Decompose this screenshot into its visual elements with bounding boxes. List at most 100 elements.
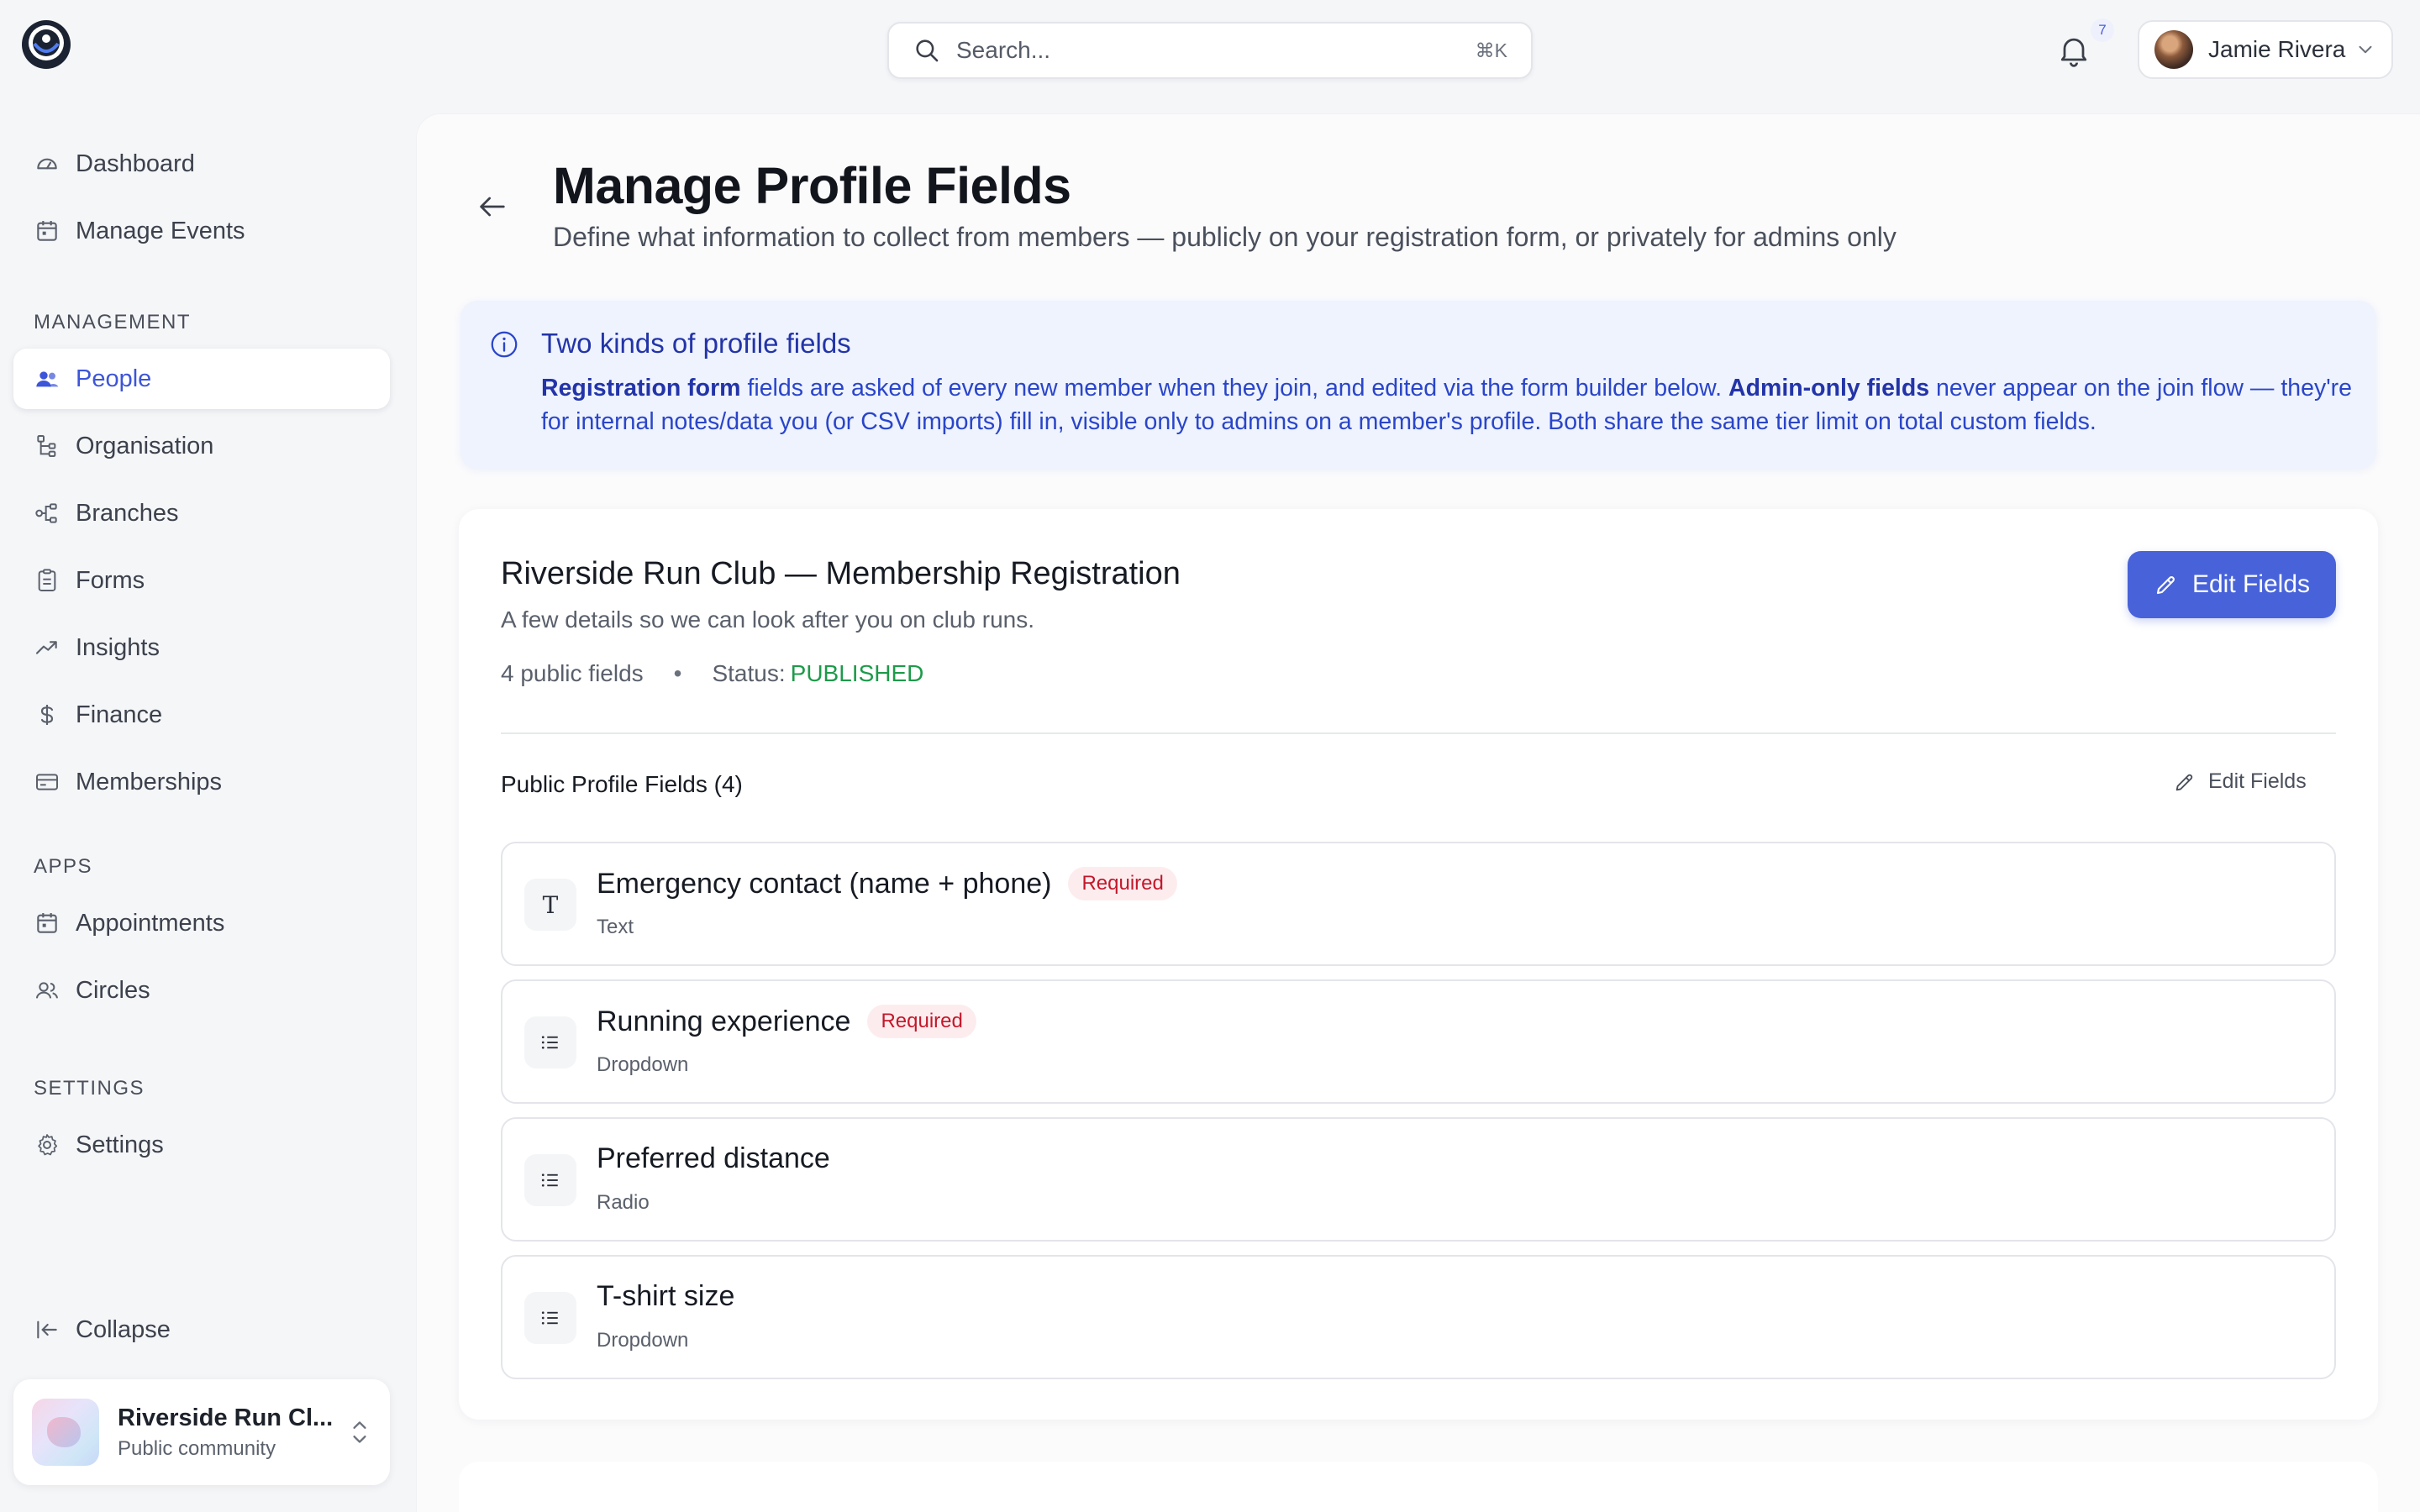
avatar xyxy=(2154,30,2193,69)
info-title: Two kinds of profile fields xyxy=(541,328,851,359)
text-type-icon: T xyxy=(524,879,576,931)
sidebar-item-circles[interactable]: Circles xyxy=(13,960,390,1021)
users-icon xyxy=(36,982,58,999)
field-name: Preferred distance xyxy=(597,1142,830,1174)
section-heading-management: MANAGEMENT xyxy=(34,311,192,333)
list-icon xyxy=(524,1016,576,1068)
info-callout: Two kinds of profile fields Registration… xyxy=(460,301,2376,469)
people-icon xyxy=(36,371,59,387)
field-row[interactable]: T-shirt size Dropdown xyxy=(501,1255,2336,1379)
sidebar-item-label: Organisation xyxy=(76,432,214,459)
meta-separator: • xyxy=(673,660,682,686)
notifications-button[interactable] xyxy=(2055,32,2092,69)
page-title: Manage Profile Fields xyxy=(553,157,1071,214)
gauge-icon xyxy=(37,158,57,170)
section-heading-settings: SETTINGS xyxy=(34,1077,145,1100)
field-name: T-shirt size xyxy=(597,1280,735,1312)
sidebar-item-label: Dashboard xyxy=(76,150,195,177)
organisation-name: Riverside Run Cl... xyxy=(118,1404,334,1431)
org-tree-icon xyxy=(37,435,56,457)
sidebar-item-label: Branches xyxy=(76,499,179,527)
card-icon xyxy=(36,774,58,790)
sidebar-item-memberships[interactable]: Memberships xyxy=(13,752,390,812)
calendar-icon xyxy=(37,221,57,241)
sidebar-item-label: Memberships xyxy=(76,768,223,795)
app-logo[interactable] xyxy=(20,18,72,71)
sidebar-item-label: Settings xyxy=(76,1131,164,1158)
search-icon xyxy=(916,39,939,62)
organisation-switcher[interactable]: Riverside Run Cl... Public community xyxy=(13,1379,390,1485)
organisation-type: Public community xyxy=(118,1436,276,1460)
list-icon xyxy=(524,1292,576,1344)
field-type: Dropdown xyxy=(597,1329,689,1352)
sidebar-item-insights[interactable]: Insights xyxy=(13,617,390,678)
info-text-1: fields are asked of every new member whe… xyxy=(740,375,1729,402)
sidebar-item-dashboard[interactable]: Dashboard xyxy=(13,134,390,194)
field-type: Text xyxy=(597,916,634,938)
search-input[interactable] xyxy=(956,37,1476,64)
calendar-icon xyxy=(37,913,57,933)
info-icon xyxy=(491,331,518,358)
pencil-icon xyxy=(2156,576,2175,595)
arrow-left-icon xyxy=(480,197,505,217)
form-meta: 4 public fields • Status: PUBLISHED xyxy=(501,660,923,687)
form-card: Riverside Run Club — Membership Registra… xyxy=(459,509,2378,1420)
edit-fields-link[interactable]: Edit Fields xyxy=(2173,769,2307,794)
trend-icon xyxy=(35,641,57,654)
dollar-icon xyxy=(40,705,54,725)
user-menu-button[interactable]: Jamie Rivera xyxy=(2138,20,2393,79)
field-row[interactable]: Preferred distance Radio xyxy=(501,1117,2336,1242)
sidebar-item-forms[interactable]: Forms xyxy=(13,550,390,611)
sidebar-item-appointments[interactable]: Appointments xyxy=(13,893,390,953)
field-name: Emergency contact (name + phone) xyxy=(597,867,1052,900)
sidebar-item-settings[interactable]: Settings xyxy=(13,1115,390,1175)
sidebar-item-branches[interactable]: Branches xyxy=(13,483,390,543)
sidebar-item-label: Appointments xyxy=(76,909,225,937)
admin-fields-card xyxy=(459,1462,2378,1512)
notification-count-badge: 7 xyxy=(2091,18,2114,42)
sidebar-item-label: Manage Events xyxy=(76,217,245,244)
chevron-down-icon xyxy=(2359,45,2372,54)
search-shortcut: ⌘K xyxy=(1475,39,1507,61)
field-row[interactable]: T Emergency contact (name + phone) Requi… xyxy=(501,842,2336,966)
edit-fields-label: Edit Fields xyxy=(2191,570,2311,598)
sidebar-item-label: Forms xyxy=(76,566,145,594)
sidebar-item-organisation[interactable]: Organisation xyxy=(13,416,390,476)
branches-icon xyxy=(35,503,57,523)
field-type: Dropdown xyxy=(597,1053,689,1076)
field-row[interactable]: Running experience Required Dropdown xyxy=(501,979,2336,1104)
sidebar-item-manage-events[interactable]: Manage Events xyxy=(13,201,390,261)
clipboard-icon xyxy=(38,569,56,591)
required-badge: Required xyxy=(867,1005,976,1038)
field-type: Radio xyxy=(597,1191,650,1214)
edit-fields-link-label: Edit Fields xyxy=(2208,769,2307,793)
divider xyxy=(501,732,2336,734)
page-subtitle: Define what information to collect from … xyxy=(553,222,1897,252)
sidebar-item-label: People xyxy=(76,365,152,392)
info-bold-admin: Admin-only fields xyxy=(1728,375,1930,402)
status-label: Status: xyxy=(712,660,786,686)
collapse-label: Collapse xyxy=(76,1315,171,1343)
sidebar-item-label: Insights xyxy=(76,633,160,661)
collapse-sidebar-button[interactable]: Collapse xyxy=(13,1299,390,1360)
section-heading-apps: APPS xyxy=(34,855,93,878)
form-title: Riverside Run Club — Membership Registra… xyxy=(501,556,1181,591)
bell-icon xyxy=(2060,38,2087,67)
form-description: A few details so we can look after you o… xyxy=(501,606,1035,633)
sidebar-item-finance[interactable]: Finance xyxy=(13,685,390,745)
list-icon xyxy=(524,1154,576,1206)
back-button[interactable] xyxy=(476,190,509,223)
organisation-avatar xyxy=(32,1399,99,1466)
search-bar[interactable]: ⌘K xyxy=(887,22,1533,79)
chevron-up-down-icon xyxy=(353,1421,366,1443)
edit-fields-button[interactable]: Edit Fields xyxy=(2128,551,2336,618)
sidebar-item-label: Finance xyxy=(76,701,163,728)
collapse-icon xyxy=(37,1320,57,1339)
info-bold-registration: Registration form xyxy=(541,375,741,402)
public-fields-heading: Public Profile Fields (4) xyxy=(501,771,743,797)
sidebar-item-people[interactable]: People xyxy=(13,349,390,409)
field-name: Running experience xyxy=(597,1005,851,1037)
sidebar-item-label: Circles xyxy=(76,976,150,1004)
status-badge: PUBLISHED xyxy=(790,660,924,686)
field-count: 4 public fields xyxy=(501,660,644,686)
